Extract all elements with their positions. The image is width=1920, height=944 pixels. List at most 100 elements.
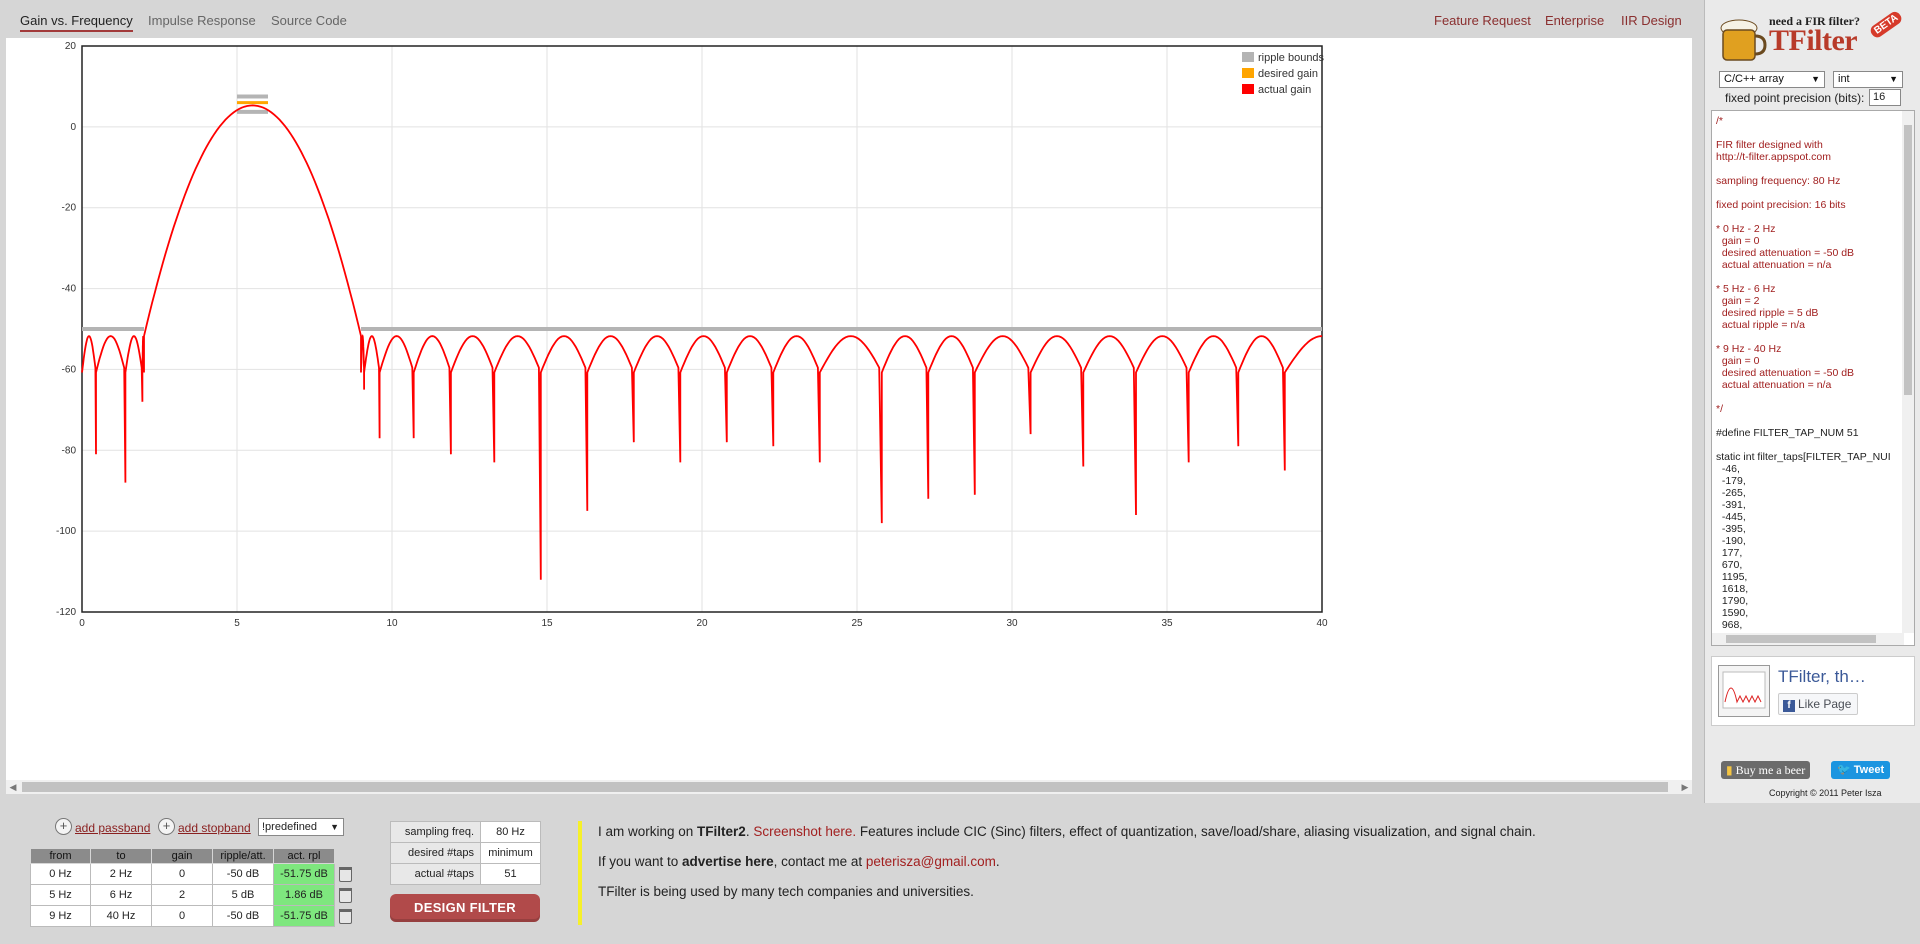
tfilter2-label: TFilter2 xyxy=(697,824,746,839)
tweet-label: Tweet xyxy=(1853,764,1885,776)
band-from-cell[interactable]: 5 Hz xyxy=(30,884,91,906)
table-row: 9 Hz 40 Hz 0 -50 dB -51.75 dB xyxy=(30,905,357,927)
band-gain-cell[interactable]: 0 xyxy=(151,905,213,927)
page-thumbnail[interactable] xyxy=(1718,665,1770,717)
twitter-bird-icon: 🐦 xyxy=(1837,764,1851,776)
predefined-select[interactable]: !predefined ▼ xyxy=(258,818,344,836)
x-tick-label: 40 xyxy=(1316,618,1328,629)
delete-band-button[interactable] xyxy=(335,864,357,885)
band-ripple-cell[interactable]: -50 dB xyxy=(212,905,274,927)
y-tick-label: 0 xyxy=(70,122,76,133)
info-paragraph-usage: TFilter is being used by many tech compa… xyxy=(598,884,974,899)
data-type-select[interactable]: int ▼ xyxy=(1833,71,1903,88)
chart-panel: 0 5 10 15 20 25 30 35 40 20 0 -20 -40 -60 -80 -100 -120 r… xyxy=(6,38,1692,793)
precision-label: fixed point precision (bits): xyxy=(1725,91,1865,105)
info-paragraph-advertise: If you want to advertise here, contact m… xyxy=(598,854,1000,869)
scroll-right-icon[interactable]: ▶ xyxy=(1678,780,1692,794)
y-tick-label: -80 xyxy=(62,445,77,456)
parameters-table: sampling freq. 80 Hz desired #taps minim… xyxy=(390,821,541,885)
band-to-cell[interactable]: 6 Hz xyxy=(90,884,152,906)
code-vscroll-thumb[interactable] xyxy=(1904,125,1912,395)
add-stopband-icon[interactable]: + xyxy=(158,818,175,835)
band-table: from to gain ripple/att. act. rpl 0 Hz 2… xyxy=(30,848,357,927)
info-paragraph-tfilter2: I am working on TFilter2. Screenshot her… xyxy=(598,824,1536,839)
code-hscroll-thumb[interactable] xyxy=(1726,635,1876,643)
email-link[interactable]: peterisza@gmail.com xyxy=(866,854,996,869)
param-row: actual #taps 51 xyxy=(390,863,541,885)
source-code: /* FIR filter designed with http://t-fil… xyxy=(1716,115,1896,631)
code-horizontal-scrollbar[interactable] xyxy=(1712,633,1904,645)
like-page-label: Like Page xyxy=(1798,697,1852,711)
scroll-left-icon[interactable]: ◀ xyxy=(6,780,20,794)
trash-icon xyxy=(339,908,353,924)
trash-icon xyxy=(339,887,352,903)
col-to: to xyxy=(90,848,152,864)
screenshot-link[interactable]: Screenshot here. xyxy=(753,824,856,839)
band-to-cell[interactable]: 2 Hz xyxy=(90,863,152,885)
legend-swatch xyxy=(1242,84,1254,94)
band-to-cell[interactable]: 40 Hz xyxy=(90,905,152,927)
feature-request-link[interactable]: Feature Request xyxy=(1434,13,1531,28)
band-from-cell[interactable]: 9 Hz xyxy=(30,905,91,927)
tfilter-logo[interactable]: need a FIR filter? TFilter BETA xyxy=(1719,8,1905,68)
chart-scrollbar[interactable]: ◀ ▶ xyxy=(6,780,1692,794)
tab-source-code[interactable]: Source Code xyxy=(271,13,347,28)
x-tick-label: 25 xyxy=(851,618,863,629)
tweet-button[interactable]: 🐦 Tweet xyxy=(1831,761,1891,779)
band-ripple-cell[interactable]: 5 dB xyxy=(212,884,274,906)
y-tick-label: -100 xyxy=(56,526,76,537)
tab-impulse-response[interactable]: Impulse Response xyxy=(148,13,256,28)
delete-band-button[interactable] xyxy=(335,885,357,906)
facebook-icon: f xyxy=(1783,700,1795,712)
buy-me-a-beer-button[interactable]: ▮ Buy me a beer xyxy=(1721,761,1811,779)
legend-swatch xyxy=(1242,68,1254,78)
advertise-label: advertise here xyxy=(682,854,774,869)
tab-gain-vs-frequency[interactable]: Gain vs. Frequency xyxy=(20,13,133,32)
desired-taps-input[interactable]: minimum xyxy=(480,842,541,864)
iir-design-link[interactable]: IIR Design xyxy=(1621,13,1682,28)
chart-scrollbar-thumb[interactable] xyxy=(22,782,1668,792)
y-tick-label: -20 xyxy=(62,203,77,214)
band-actual-ripple-cell: -51.75 dB xyxy=(273,905,335,927)
chevron-down-icon: ▼ xyxy=(1811,74,1820,84)
gain-chart: 0 5 10 15 20 25 30 35 40 20 0 -20 -40 -60 -80 -100 -120 r… xyxy=(56,41,1328,629)
beta-badge: BETA xyxy=(1868,9,1905,40)
like-page-button[interactable]: f Like Page xyxy=(1778,693,1859,715)
chevron-down-icon: ▼ xyxy=(1889,74,1898,84)
add-passband-icon[interactable]: + xyxy=(55,818,72,835)
code-body: #define FILTER_TAP_NUM 51 static int fil… xyxy=(1716,427,1891,631)
output-format-select[interactable]: C/C++ array ▼ xyxy=(1719,71,1825,88)
y-tick-label: -40 xyxy=(62,284,77,295)
legend-label: actual gain xyxy=(1258,84,1311,96)
code-vertical-scrollbar[interactable] xyxy=(1902,111,1914,633)
band-gain-cell[interactable]: 2 xyxy=(151,884,213,906)
beer-mug-icon xyxy=(1720,19,1767,61)
band-ripple-cell[interactable]: -50 dB xyxy=(212,863,274,885)
sampling-freq-label: sampling freq. xyxy=(390,821,481,843)
col-act-rpl: act. rpl xyxy=(273,848,335,864)
beer-label: Buy me a beer xyxy=(1735,763,1806,777)
enterprise-link[interactable]: Enterprise xyxy=(1545,13,1604,28)
facebook-widget: TFilter, th… f Like Page xyxy=(1711,656,1915,726)
output-format-value: C/C++ array xyxy=(1724,73,1784,85)
design-filter-button[interactable]: DESIGN FILTER xyxy=(390,894,540,922)
band-gain-cell[interactable]: 0 xyxy=(151,863,213,885)
info-text: I am working on TFilter2. Screenshot her… xyxy=(598,823,1536,913)
add-passband-link[interactable]: add passband xyxy=(75,821,150,835)
precision-input[interactable]: 16 xyxy=(1869,89,1901,106)
add-stopband-link[interactable]: add stopband xyxy=(178,821,251,835)
source-code-box[interactable]: /* FIR filter designed with http://t-fil… xyxy=(1711,110,1915,646)
facebook-page-title[interactable]: TFilter, th… xyxy=(1778,667,1866,687)
table-row: 5 Hz 6 Hz 2 5 dB 1.86 dB xyxy=(30,884,357,906)
x-tick-label: 0 xyxy=(79,618,85,629)
col-from: from xyxy=(30,848,91,864)
copyright: Copyright © 2011 Peter Isza xyxy=(1769,788,1882,798)
chart-thumbnail-icon xyxy=(1722,671,1766,709)
param-row: sampling freq. 80 Hz xyxy=(390,821,541,843)
sampling-freq-input[interactable]: 80 Hz xyxy=(480,821,541,843)
band-actual-ripple-cell: -51.75 dB xyxy=(273,863,335,885)
logo-name: TFilter xyxy=(1769,24,1858,57)
delete-band-button[interactable] xyxy=(335,906,357,927)
legend-swatch xyxy=(1242,52,1254,62)
band-from-cell[interactable]: 0 Hz xyxy=(30,863,91,885)
